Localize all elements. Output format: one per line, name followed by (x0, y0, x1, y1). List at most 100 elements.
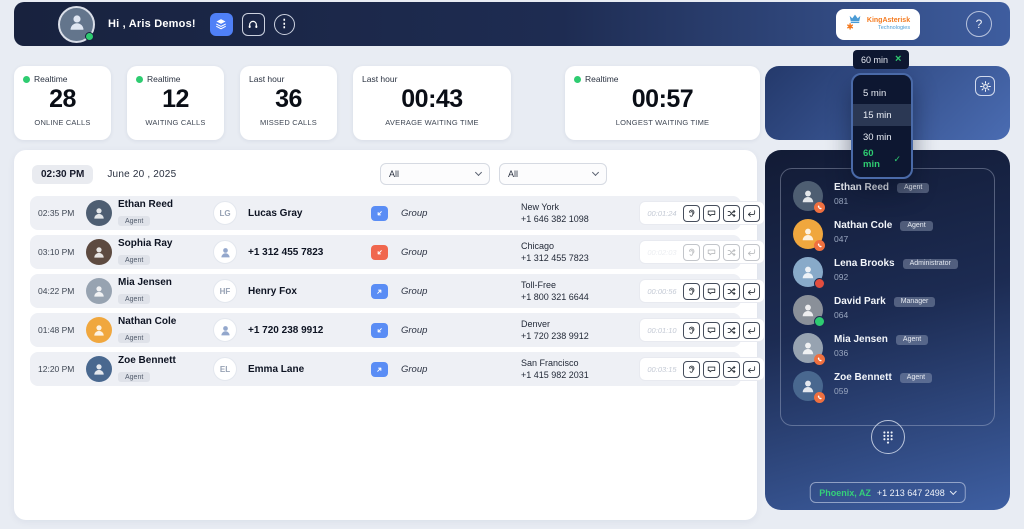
transfer-icon[interactable] (723, 360, 740, 378)
call-time: 04:22 PM (38, 286, 75, 296)
stat-card: Realtime 28 ONLINE CALLS (14, 66, 111, 140)
whisper-icon[interactable] (703, 360, 720, 378)
agent-name: Nathan Cole (118, 315, 177, 327)
call-duration: 00:01:10 (647, 325, 677, 335)
agent-list-item[interactable]: Zoe Bennett Agent 059 (793, 371, 982, 403)
agent-avatar (793, 295, 825, 327)
contact-avatar: EL (213, 357, 237, 381)
listen-ear-icon[interactable] (683, 360, 700, 378)
agent-role-badge: Agent (897, 182, 930, 193)
agent-name: Lena Brooks (834, 258, 895, 269)
more-icon[interactable]: ⋮ (273, 13, 295, 35)
current-time-badge: 02:30 PM (32, 164, 94, 184)
stat-value: 12 (162, 85, 189, 113)
stat-tag: Realtime (34, 74, 68, 84)
agent-avatar (86, 278, 112, 304)
settings-gear-icon[interactable] (975, 76, 995, 96)
stat-value: 36 (275, 85, 302, 113)
stat-tag: Last hour (249, 74, 285, 84)
call-location: Chicago (521, 240, 555, 251)
transfer-icon[interactable] (723, 282, 740, 300)
outgoing-call-icon (371, 283, 388, 299)
interval-option[interactable]: 5 min (853, 82, 911, 104)
chevron-down-icon (474, 168, 483, 177)
agent-list-item[interactable]: Nathan Cole Agent 047 (793, 219, 982, 251)
call-location: Toll-Free (521, 279, 557, 290)
stat-tag: Last hour (362, 74, 398, 84)
call-time: 02:35 PM (38, 208, 75, 218)
agent-role-badge: Agent (118, 255, 151, 265)
agent-role-badge: Agent (895, 334, 929, 345)
agents-sidebar: Ethan Reed Agent 081 Nathan Cole Agent 0… (765, 150, 1010, 510)
contact-avatar: HF (213, 279, 237, 303)
listen-ear-icon[interactable] (683, 204, 700, 222)
incoming-call-icon (371, 205, 388, 221)
call-actions: 00:00:56 (639, 279, 765, 303)
listen-ear-icon[interactable] (683, 282, 700, 300)
check-icon: ✓ (893, 153, 901, 164)
contact-name: Lucas Gray (248, 207, 303, 219)
call-time: 01:48 PM (38, 325, 75, 335)
transfer-icon[interactable] (723, 321, 740, 339)
interval-option[interactable]: 30 min (853, 126, 911, 148)
call-type: Group (401, 324, 428, 336)
call-phone: +1 720 238 9912 (521, 331, 589, 341)
whisper-icon[interactable] (703, 321, 720, 339)
filter-select-2[interactable]: All (499, 163, 607, 185)
interval-option[interactable]: 60 min ✓ (853, 148, 911, 170)
agent-list-item[interactable]: Lena Brooks Administrator 092 (793, 257, 982, 289)
call-row: 04:22 PM Mia Jensen Agent HF Henry Fox G… (30, 274, 765, 308)
crown-asterisk-logo-icon (846, 13, 864, 35)
call-row: 12:20 PM Zoe Bennett Agent EL Emma Lane … (30, 352, 765, 386)
online-status-dot (814, 316, 825, 327)
caller-id-location: Phoenix, AZ (819, 487, 871, 498)
call-location: Denver (521, 318, 551, 329)
stat-label: WAITING CALLS (145, 118, 206, 127)
whisper-icon[interactable] (703, 282, 720, 300)
call-actions: 00:02:03 (639, 240, 765, 264)
agent-role-badge: Agent (118, 372, 151, 382)
barge-icon[interactable] (743, 321, 760, 339)
agent-list-item[interactable]: David Park Manager 064 (793, 295, 982, 327)
barge-icon[interactable] (743, 204, 760, 222)
call-row: 03:10 PM Sophia Ray Agent +1 312 455 782… (30, 235, 765, 269)
on-call-phone-badge (814, 240, 825, 251)
stat-value: 28 (49, 85, 76, 113)
whisper-icon[interactable] (703, 204, 720, 222)
interval-filter-chip[interactable]: 60 min × (853, 50, 910, 69)
listen-ear-icon[interactable] (683, 321, 700, 339)
call-type: Group (401, 363, 428, 375)
calls-panel: 02:30 PM June 20 , 2025 All All 02:35 PM… (14, 150, 765, 520)
call-type: Group (401, 285, 428, 297)
agent-name: Zoe Bennett (118, 354, 176, 366)
transfer-icon[interactable] (723, 204, 740, 222)
interval-option-label: 60 min (863, 148, 880, 170)
whisper-icon (703, 243, 720, 261)
barge-icon[interactable] (743, 360, 760, 378)
headset-icon[interactable] (241, 12, 265, 36)
barge-icon[interactable] (743, 282, 760, 300)
call-duration: 00:01:24 (647, 208, 677, 218)
call-location-block: Chicago +1 312 455 7823 (521, 240, 639, 264)
interval-option[interactable]: 15 min (853, 104, 911, 126)
stat-label: ONLINE CALLS (34, 118, 91, 127)
filter-select-2-value: All (508, 169, 519, 179)
dialpad-button[interactable] (870, 420, 905, 454)
help-button[interactable]: ? (966, 11, 992, 37)
stat-value: 00:57 (631, 85, 694, 113)
top-header: Hi , Aris Demos! ⋮ KingAsterisk Technolo… (14, 2, 1010, 46)
layers-icon[interactable] (209, 12, 233, 36)
filter-select-1-value: All (389, 169, 400, 179)
user-avatar[interactable] (58, 5, 95, 43)
agent-list-item[interactable]: Ethan Reed Agent 081 (793, 181, 982, 213)
caller-id-selector[interactable]: Phoenix, AZ +1 213 647 2498 (809, 482, 966, 503)
call-phone: +1 646 382 1098 (521, 214, 589, 224)
close-icon[interactable]: × (895, 54, 901, 65)
stat-card: Realtime 00:57 LONGEST WAITING TIME (565, 66, 760, 140)
filter-select-1[interactable]: All (380, 163, 490, 185)
call-type: Group (401, 207, 428, 219)
realtime-dot (23, 75, 30, 83)
agent-list-item[interactable]: Mia Jensen Agent 036 (793, 333, 982, 365)
agent-role-badge: Administrator (902, 258, 958, 269)
missed-call-icon (371, 244, 388, 260)
